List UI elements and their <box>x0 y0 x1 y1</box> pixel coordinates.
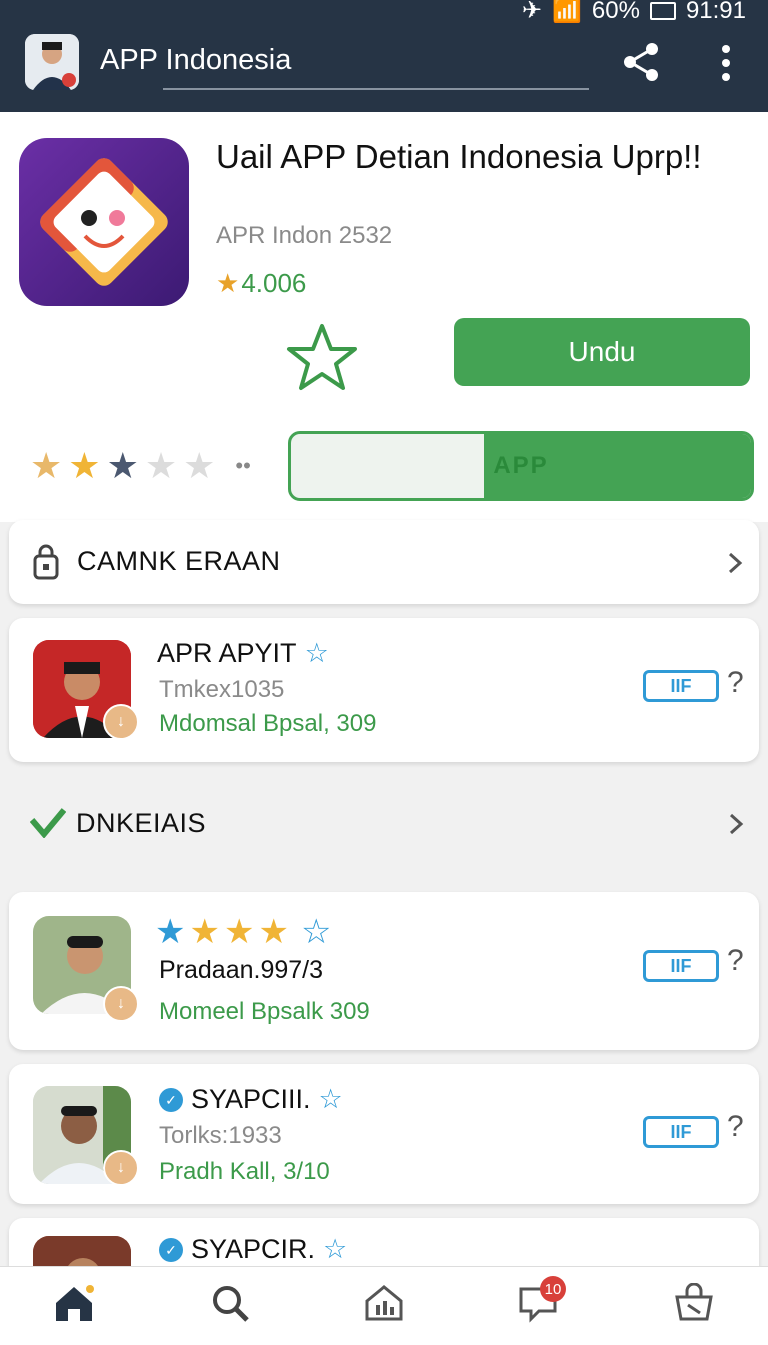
item-title: Pradaan.997/3 <box>159 956 324 984</box>
share-icon[interactable] <box>622 42 660 87</box>
battery-percent: 60% <box>591 0 640 24</box>
avatar-icon <box>25 34 79 90</box>
app-name: Uail APP Detian Indonesia Uprp!! <box>216 138 702 175</box>
section-title: DNKEIAIS <box>76 808 207 838</box>
star-outline-icon: ☆ <box>304 638 329 668</box>
app-rating: ★ 4.006 <box>216 268 306 299</box>
item-title: ✓ SYAPCIII. ☆ <box>159 1084 343 1115</box>
app-bar: ✈︎ 📶 60% 91:91 APP Indonesia <box>0 0 768 112</box>
star-outline-icon: ☆ <box>300 913 332 951</box>
developer-name: APR Indon 2532 <box>216 222 393 249</box>
section-card-first[interactable]: CAMNK ERAAN <box>9 520 759 604</box>
item-subtitle: Torlks:1933 <box>159 1122 282 1149</box>
star-outline-icon: ☆ <box>318 1084 343 1114</box>
item-action-button[interactable]: IIF <box>643 1116 719 1148</box>
signal-icon: ✈︎ <box>521 0 542 24</box>
download-badge-icon: ↓ <box>103 1150 139 1186</box>
list-item[interactable]: ↓ APR APYIT ☆ Tmkex1035 Mdomsal Bpsal, 3… <box>9 618 759 762</box>
list-item[interactable]: ↓ ✓ SYAPCIII. ☆ Torlks:1933 Pradh Kall, … <box>9 1064 759 1204</box>
help-icon[interactable]: ? <box>727 666 744 700</box>
star-icon: ★ <box>155 913 186 951</box>
help-icon[interactable]: ? <box>727 1110 744 1144</box>
ellipsis-icon: •• <box>235 453 251 478</box>
item-meta: Momeel Bpsalk 309 <box>159 998 370 1025</box>
download-badge-icon: ↓ <box>103 986 139 1022</box>
verified-icon: ✓ <box>159 1237 183 1262</box>
star-icon[interactable]: ★ <box>107 445 139 487</box>
rating-star-icon: ★ <box>216 268 240 298</box>
help-icon[interactable]: ? <box>727 944 744 978</box>
star-icon: ★ <box>223 913 255 951</box>
star-icon[interactable]: ★ <box>183 445 215 487</box>
battery-icon <box>649 1 676 20</box>
app-icon <box>19 138 189 306</box>
progress-label: APP <box>493 452 549 479</box>
favorite-star-icon[interactable] <box>286 322 358 392</box>
star-icon: ★ <box>258 913 289 951</box>
install-button[interactable]: Undu <box>454 318 750 386</box>
list-item[interactable]: ↓ ★ ★ ★ ★ ☆ Pradaan.997/3 Momeel Bpsalk … <box>9 892 759 1050</box>
verified-icon: ✓ <box>159 1087 183 1112</box>
title-underline <box>163 88 589 90</box>
star-icon[interactable]: ★ <box>30 445 62 487</box>
profile-avatar[interactable] <box>25 34 79 90</box>
more-options-icon[interactable] <box>718 44 734 87</box>
chevron-right-icon[interactable] <box>725 552 745 574</box>
item-title: ✓ SYAPCIR. ☆ <box>159 1234 347 1265</box>
app-bar-title: APP Indonesia <box>100 44 292 76</box>
chevron-right-icon[interactable] <box>726 813 746 835</box>
download-arrow-icon <box>29 806 67 843</box>
rating-value: 4.006 <box>241 268 307 298</box>
star-icon[interactable]: ★ <box>145 445 177 487</box>
section-title: CAMNK ERAAN <box>77 546 281 576</box>
lock-icon <box>33 544 59 585</box>
status-bar: ✈︎ 📶 60% 91:91 <box>522 0 746 25</box>
bottom-navigation <box>0 1266 768 1345</box>
item-subtitle: Tmkex1035 <box>159 676 285 703</box>
home-icon[interactable] <box>50 1279 98 1327</box>
user-rating-stars[interactable]: ★ ★ ★ ★ ★ •• <box>30 445 251 487</box>
download-progress[interactable]: APP <box>288 431 754 501</box>
star-icon[interactable]: ★ <box>68 445 100 487</box>
search-icon[interactable] <box>206 1279 254 1327</box>
item-title: APR APYIT ☆ <box>157 638 329 668</box>
item-meta: Pradh Kall, 3/10 <box>159 1158 330 1185</box>
star-outline-icon: ☆ <box>323 1234 348 1264</box>
item-action-button[interactable]: IIF <box>643 950 719 982</box>
clock: 91:91 <box>685 0 746 24</box>
bag-icon[interactable] <box>670 1279 718 1327</box>
download-badge-icon: ↓ <box>103 704 139 740</box>
notification-badge: 10 <box>540 1276 566 1302</box>
wifi-icon: 📶 <box>552 0 582 24</box>
star-icon: ★ <box>189 913 220 951</box>
store-icon[interactable] <box>360 1279 408 1327</box>
item-action-button[interactable]: IIF <box>643 670 719 702</box>
item-rating-stars: ★ ★ ★ ★ ☆ <box>155 912 331 952</box>
item-meta: Mdomsal Bpsal, 309 <box>159 710 377 737</box>
